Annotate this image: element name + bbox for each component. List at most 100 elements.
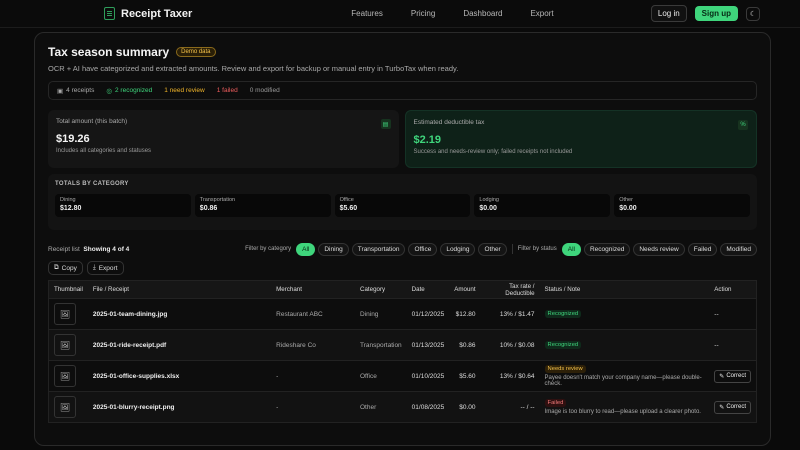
- col-action: Action: [709, 280, 757, 299]
- category-chip-office[interactable]: Office: [408, 242, 438, 256]
- total-note: Includes all categories and statuses: [56, 148, 152, 154]
- category: Other: [355, 391, 407, 423]
- stat-recognized: 2 recognized: [115, 87, 153, 94]
- amount: $0.00: [449, 391, 481, 423]
- status-chip-all[interactable]: All: [561, 242, 581, 256]
- category-chip-lodging[interactable]: Lodging: [440, 242, 476, 256]
- main-menu: Features Pricing Dashboard Export: [314, 9, 651, 18]
- category-total-other: Other $0.00: [614, 194, 750, 217]
- pencil-icon: ✎: [719, 373, 725, 380]
- merchant: -: [271, 391, 355, 423]
- total-amount-box: Total amount (this batch) $19.26 Include…: [48, 110, 399, 168]
- signup-button[interactable]: Sign up: [694, 6, 738, 21]
- pencil-icon: ✎: [719, 404, 725, 411]
- merchant: Restaurant ABC: [271, 298, 355, 330]
- file-name: 2025-01-ride-receipt.pdf: [87, 329, 272, 361]
- stat-modified: 0 modified: [249, 87, 280, 94]
- moon-icon[interactable]: ☾: [746, 6, 760, 21]
- filter-bar: Receipt list Showing 4 of 4 Filter by ca…: [48, 242, 757, 256]
- tax-rate: 13% / $0.64: [480, 360, 540, 392]
- deductible-box: Estimated deductible tax $2.19 Success a…: [404, 110, 757, 168]
- export-button[interactable]: ⤓ Export: [86, 261, 124, 275]
- table-row[interactable]: 🖼 2025-01-team-dining.jpg Restaurant ABC…: [48, 298, 757, 330]
- receipts-table: Thumbnail File / Receipt Merchant Catego…: [48, 280, 757, 423]
- status-chip-recognized[interactable]: Recognized: [583, 242, 631, 256]
- check-circle-icon: ◎: [106, 87, 113, 95]
- category-totals: TOTALS BY CATEGORY Dining $12.80 Transpor…: [48, 174, 757, 230]
- deduct-note: Success and needs-review only; failed re…: [413, 149, 573, 155]
- merchant: Rideshare Co: [271, 329, 355, 361]
- category-chip-all[interactable]: All: [296, 242, 316, 256]
- merchant: -: [271, 360, 355, 392]
- category-filter-label: Filter by category: [245, 246, 292, 252]
- category-total-transportation: Transportation $0.86: [194, 194, 331, 217]
- category: Office: [355, 360, 407, 392]
- divider: [511, 244, 513, 254]
- file-name: 2025-01-office-supplies.xlsx: [87, 360, 272, 392]
- table-row[interactable]: 🖼 2025-01-ride-receipt.pdf Rideshare Co …: [48, 329, 757, 361]
- status-chip-needs-review[interactable]: Needs review: [633, 242, 685, 256]
- amount: $0.86: [449, 329, 481, 361]
- copy-button[interactable]: ⧉ Copy: [48, 261, 83, 275]
- category-filter: Filter by category All Dining Transporta…: [245, 242, 507, 256]
- status-chip-modified[interactable]: Modified: [720, 242, 757, 256]
- tax-rate: -- / --: [480, 391, 540, 423]
- status-badge: Recognized: [544, 341, 582, 349]
- deduct-value: $2.19: [413, 134, 442, 146]
- download-icon: ⤓: [92, 264, 96, 271]
- category: Dining: [355, 298, 407, 330]
- menu-pricing[interactable]: Pricing: [411, 9, 435, 18]
- wallet-icon: ▤: [380, 119, 391, 129]
- login-button[interactable]: Log in: [650, 5, 687, 22]
- tax-rate: 10% / $0.08: [480, 329, 540, 361]
- total-value: $19.26: [56, 133, 90, 145]
- image-icon[interactable]: 🖼: [54, 396, 76, 418]
- deduct-label: Estimated deductible tax: [413, 119, 485, 126]
- date: 01/12/2025: [406, 298, 450, 330]
- brand[interactable]: Receipt Taxer: [104, 7, 314, 20]
- image-icon[interactable]: 🖼: [54, 334, 76, 356]
- menu-features[interactable]: Features: [351, 9, 383, 18]
- category: Transportation: [355, 329, 407, 361]
- col-merchant: Merchant: [271, 280, 355, 299]
- date: 01/08/2025: [406, 391, 450, 423]
- col-tax: Tax rate / Deductible: [480, 280, 540, 299]
- copy-icon: ⧉: [54, 264, 59, 271]
- demo-badge: Demo data: [176, 47, 216, 57]
- receipt-icon: ▣: [57, 87, 64, 95]
- category-totals-title: TOTALS BY CATEGORY: [55, 181, 129, 187]
- action: --: [709, 329, 757, 361]
- menu-export[interactable]: Export: [530, 9, 553, 18]
- col-thumbnail: Thumbnail: [48, 280, 88, 299]
- correct-button[interactable]: ✎ Correct: [714, 369, 751, 383]
- col-amount: Amount: [449, 280, 481, 299]
- status-chip-failed[interactable]: Failed: [687, 242, 718, 256]
- correct-button[interactable]: ✎ Correct: [714, 400, 751, 414]
- status-note: Image is too blurry to read—please uploa…: [544, 409, 701, 415]
- receipt-logo-icon: [104, 7, 115, 20]
- col-date: Date: [406, 280, 450, 299]
- table-row[interactable]: 🖼 2025-01-blurry-receipt.png - Other 01/…: [48, 391, 757, 423]
- stat-receipts: 4 receipts: [66, 87, 95, 94]
- page-title: Tax season summary: [48, 45, 170, 59]
- table-row[interactable]: 🖼 2025-01-office-supplies.xlsx - Office …: [48, 360, 757, 392]
- receipt-list-label: Receipt list: [48, 245, 80, 253]
- image-icon[interactable]: 🖼: [54, 303, 76, 325]
- col-status: Status / Note: [539, 280, 710, 299]
- category-chip-other[interactable]: Other: [478, 242, 507, 256]
- category-chip-dining[interactable]: Dining: [318, 242, 349, 256]
- category-total-lodging: Lodging $0.00: [474, 194, 611, 217]
- menu-dashboard[interactable]: Dashboard: [463, 9, 502, 18]
- stats-bar: ▣ 4 receipts ◎ 2 recognized 1 need review …: [48, 81, 757, 100]
- file-name: 2025-01-team-dining.jpg: [87, 298, 272, 330]
- status-badge: Needs review: [544, 365, 586, 373]
- date: 01/13/2025: [406, 329, 450, 361]
- percent-icon: %: [738, 120, 748, 130]
- brand-name: Receipt Taxer: [121, 7, 193, 20]
- tax-rate: 13% / $1.47: [480, 298, 540, 330]
- stat-review: 1 need review: [164, 87, 205, 94]
- image-icon[interactable]: 🖼: [54, 365, 76, 387]
- category-chip-transportation[interactable]: Transportation: [351, 242, 406, 256]
- status-badge: Failed: [544, 399, 567, 407]
- stat-failed: 1 failed: [216, 87, 238, 94]
